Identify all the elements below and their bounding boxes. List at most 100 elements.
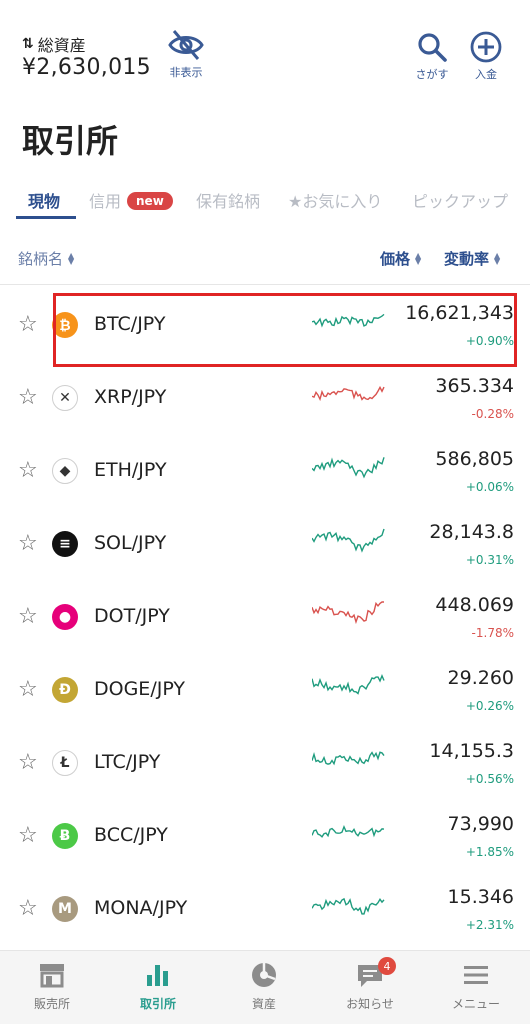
price-value: 14,155.3	[429, 740, 514, 762]
litecoin-icon: Ł	[52, 750, 78, 776]
tab-margin[interactable]: 信用 new	[89, 188, 173, 212]
favorite-star-icon[interactable]: ☆	[18, 606, 38, 628]
pair-name: XRP/JPY	[94, 386, 167, 408]
sparkline-line	[312, 528, 385, 553]
nav-assets[interactable]: 資産	[214, 961, 314, 1012]
favorite-star-icon[interactable]: ☆	[18, 679, 38, 701]
favorite-star-icon[interactable]: ☆	[18, 314, 38, 336]
pair-name: DOGE/JPY	[94, 678, 185, 700]
bar-chart-icon	[147, 965, 168, 986]
search-button[interactable]: さがす	[408, 30, 456, 82]
sparkline-chart	[312, 313, 385, 328]
price-value: 365.334	[435, 375, 514, 397]
price-value: 16,621,343	[405, 302, 514, 324]
sparkline-line	[312, 385, 385, 402]
bitcoin-cash-icon: Ƀ	[52, 823, 78, 849]
nav-notifications[interactable]: 4 お知らせ	[320, 957, 420, 1012]
tab-favorites-label: ★お気に入り	[288, 192, 383, 211]
sparkline-line	[312, 751, 385, 766]
sparkline-chart	[312, 528, 385, 553]
sparkline-chart	[312, 457, 385, 479]
favorite-star-icon[interactable]: ☆	[18, 898, 38, 920]
tab-margin-label: 信用	[89, 192, 122, 211]
tab-pickup-label: ピックアップ	[412, 192, 509, 211]
price-value: 29.260	[447, 667, 514, 689]
nav-exchange-label: 取引所	[139, 997, 176, 1011]
nav-notifications-label: お知らせ	[346, 997, 394, 1011]
favorite-star-icon[interactable]: ☆	[18, 460, 38, 482]
header: ⇅ 総資産 ¥2,630,015 非表示 さがす 入金	[0, 0, 530, 100]
sparkline-chart	[312, 824, 385, 838]
ethereum-icon: ◆	[52, 458, 78, 484]
list-divider	[0, 284, 530, 285]
change-value: +2.31%	[465, 918, 514, 932]
sort-icon: ▲ ▼	[68, 250, 75, 266]
market-row[interactable]: ☆ ● DOT/JPY 448.069 -1.78%	[0, 580, 530, 653]
nav-exchange[interactable]: 取引所	[108, 961, 208, 1012]
market-row[interactable]: ☆ M MONA/JPY 15.346 +2.31%	[0, 872, 530, 945]
nav-menu-label: メニュー	[451, 997, 500, 1011]
market-row[interactable]: ☆ ₿ BTC/JPY 16,621,343 +0.90%	[0, 288, 530, 361]
market-row[interactable]: ☆ Ƀ BCC/JPY 73,990 +1.85%	[0, 799, 530, 872]
pair-name: MONA/JPY	[94, 897, 188, 919]
nav-menu[interactable]: メニュー	[426, 961, 526, 1012]
sparkline-chart	[312, 897, 385, 915]
sparkline-line	[312, 457, 385, 479]
sparkline-line	[312, 601, 384, 625]
sort-by-price[interactable]: 価格 ▲ ▼	[380, 248, 421, 269]
deposit-label: 入金	[475, 68, 497, 81]
pie-chart-icon	[252, 963, 276, 987]
search-label: さがす	[415, 68, 449, 81]
notification-badge: 4	[378, 957, 396, 975]
favorite-star-icon[interactable]: ☆	[18, 387, 38, 409]
change-value: +0.56%	[465, 772, 514, 786]
nav-shop[interactable]: 販売所	[2, 961, 102, 1012]
market-row[interactable]: ☆ ✕ XRP/JPY 365.334 -0.28%	[0, 361, 530, 434]
nav-shop-label: 販売所	[33, 997, 70, 1011]
market-row[interactable]: ☆ Ð DOGE/JPY 29.260 +0.26%	[0, 653, 530, 726]
change-value: +0.26%	[465, 699, 514, 713]
pair-name: DOT/JPY	[94, 605, 170, 627]
pair-name: BCC/JPY	[94, 824, 168, 846]
market-row[interactable]: ☆ Ł LTC/JPY 14,155.3 +0.56%	[0, 726, 530, 799]
sparkline-line	[312, 824, 385, 838]
deposit-button[interactable]: 入金	[462, 30, 510, 82]
change-value: -0.28%	[471, 407, 514, 421]
menu-icon	[464, 966, 488, 984]
market-tabs: 現物 信用 new 保有銘柄 ★お気に入り ピックアップ	[0, 180, 530, 220]
shop-icon	[40, 964, 64, 988]
pair-name: LTC/JPY	[94, 751, 161, 773]
column-name-label: 銘柄名	[18, 250, 64, 268]
sparkline-chart	[312, 601, 384, 625]
price-value: 73,990	[447, 813, 514, 835]
market-row[interactable]: ☆ ◆ ETH/JPY 586,805 +0.06%	[0, 434, 530, 507]
tab-spot[interactable]: 現物	[28, 188, 60, 212]
sort-by-change[interactable]: 変動率 ▲ ▼	[444, 248, 500, 269]
new-badge: new	[127, 192, 173, 210]
market-row[interactable]: ☆ ≡ SOL/JPY 28,143.8 +0.31%	[0, 507, 530, 580]
active-tab-indicator	[16, 216, 76, 219]
favorite-star-icon[interactable]: ☆	[18, 533, 38, 555]
sort-icon: ▲ ▼	[415, 250, 422, 266]
sparkline-line	[312, 673, 385, 695]
column-price-label: 価格	[380, 250, 411, 268]
price-value: 448.069	[435, 594, 514, 616]
pair-name: BTC/JPY	[94, 313, 166, 335]
change-value: -1.78%	[471, 626, 514, 640]
pair-name: SOL/JPY	[94, 532, 167, 554]
xrp-icon: ✕	[52, 385, 78, 411]
favorite-star-icon[interactable]: ☆	[18, 752, 38, 774]
sparkline-chart	[312, 751, 385, 766]
total-assets-value: ¥2,630,015	[22, 55, 151, 80]
hide-balance-button[interactable]: 非表示	[162, 28, 210, 80]
total-assets-text: 総資産	[37, 36, 86, 55]
swap-icon[interactable]: ⇅	[22, 36, 34, 52]
hide-balance-label: 非表示	[169, 66, 203, 79]
tab-favorites[interactable]: ★お気に入り	[288, 188, 382, 212]
favorite-star-icon[interactable]: ☆	[18, 825, 38, 847]
sparkline-line	[312, 897, 385, 915]
tab-holdings[interactable]: 保有銘柄	[196, 188, 260, 212]
price-value: 28,143.8	[429, 521, 514, 543]
sort-by-name[interactable]: 銘柄名 ▲ ▼	[18, 248, 74, 269]
tab-pickup[interactable]: ピックアップ	[412, 188, 508, 212]
